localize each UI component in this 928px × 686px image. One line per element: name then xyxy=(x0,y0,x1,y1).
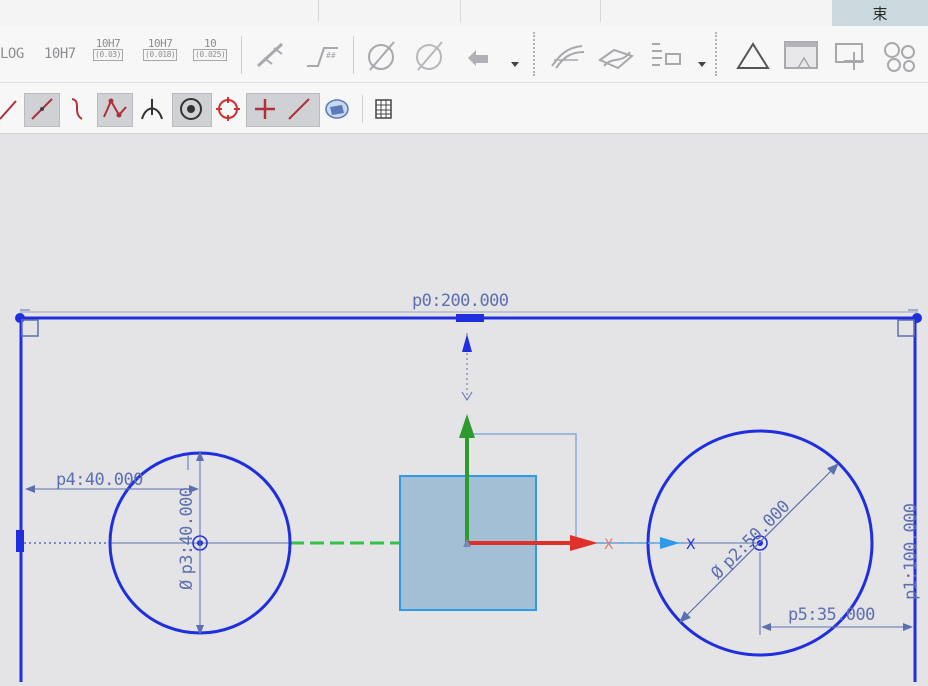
snap-toolbar xyxy=(0,83,928,134)
undo-arrow-icon[interactable] xyxy=(462,42,494,70)
direction-arrow xyxy=(660,537,680,549)
sketch-window-icon[interactable] xyxy=(782,38,822,74)
toolbar-separator xyxy=(362,95,363,123)
feature-list-icon[interactable] xyxy=(646,40,690,72)
tolerance-upper-button[interactable]: 10H7 (0.03) xyxy=(93,38,123,61)
radius-dimension-icon[interactable] xyxy=(412,38,448,74)
dropdown-arrow-icon[interactable] xyxy=(697,60,707,68)
tab-separator xyxy=(318,0,319,22)
dimension-p2[interactable]: Øp2:50.000 xyxy=(707,497,794,584)
sketch-graphics: p0:200.000 p4:40.000 Øp3:40.000 Øp2:50.0… xyxy=(15,291,922,682)
svg-text:##: ## xyxy=(326,51,336,60)
axis-cross-marker: X xyxy=(604,537,614,553)
trim-line-icon[interactable] xyxy=(254,40,288,70)
tolerance-lower-sub: (0.018) xyxy=(143,49,178,61)
extend-curve-icon[interactable]: ## xyxy=(304,40,342,70)
tolerance-upper-label: 10H7 xyxy=(95,37,121,50)
y-axis-arrowhead xyxy=(459,414,475,438)
y-axis-direction-arrow xyxy=(462,334,472,352)
offset-curve-icon[interactable] xyxy=(548,40,586,72)
perpendicular-marker xyxy=(21,319,39,337)
dimension-p5[interactable]: p5:35.000 xyxy=(788,605,876,625)
spreadsheet-icon[interactable] xyxy=(372,97,396,121)
point-on-curve-icon xyxy=(285,95,313,123)
existing-point-icon xyxy=(251,95,279,123)
tolerance-lower-label: 10H7 xyxy=(147,37,173,50)
spline-icon xyxy=(101,95,129,123)
triangle-icon[interactable] xyxy=(734,40,772,72)
midpoint-marker xyxy=(456,314,484,322)
tolerance-plain-label: 10 xyxy=(203,37,217,50)
tolerance-upper-sub: (0.03) xyxy=(93,49,123,61)
tolerance-hole-button[interactable]: 10H7 xyxy=(44,47,76,61)
constraint-grid-icon[interactable] xyxy=(830,38,870,74)
toolbar-separator xyxy=(353,36,354,74)
view-orient-icon[interactable] xyxy=(322,95,352,123)
tolerance-log-button[interactable]: LOG xyxy=(0,47,24,61)
intersection-icon[interactable] xyxy=(138,95,166,123)
diameter-dimension-icon[interactable] xyxy=(364,38,400,74)
rect-corner-point[interactable] xyxy=(15,313,25,323)
sketch-line-icon[interactable] xyxy=(0,95,20,123)
perpendicular-marker xyxy=(897,319,915,337)
tab-separator xyxy=(460,0,461,22)
diameter-symbol: Ø xyxy=(177,580,197,590)
ribbon-tab-strip: 束 xyxy=(0,0,928,27)
dimension-toolbar: LOG 10H7 10H7 (0.03) 10H7 (0.018) 10 (0.… xyxy=(0,26,928,83)
dimension-p0[interactable]: p0:200.000 xyxy=(412,291,509,311)
dimension-p3[interactable]: Øp3:40.000 xyxy=(177,487,197,590)
tolerance-plain-button[interactable]: 10 (0.025) xyxy=(193,37,228,61)
toolbar-separator xyxy=(533,32,537,76)
project-surface-icon[interactable] xyxy=(596,42,636,74)
toolbar-separator xyxy=(241,36,242,74)
tolerance-plain-sub: (0.025) xyxy=(193,49,228,61)
sketch-canvas[interactable]: p0:200.000 p4:40.000 Øp3:40.000 Øp2:50.0… xyxy=(0,134,928,682)
quadrant-point-icon[interactable] xyxy=(214,95,242,123)
relations-icon[interactable] xyxy=(880,38,920,74)
circle-center-snap-icon xyxy=(177,95,205,123)
dropdown-arrow-icon[interactable] xyxy=(510,60,520,68)
tolerance-lower-button[interactable]: 10H7 (0.018) xyxy=(143,37,178,61)
finish-sketch-tab[interactable]: 束 xyxy=(832,0,928,26)
dimension-p1[interactable]: p1:100.000 xyxy=(901,503,921,600)
axis-x-marker: X xyxy=(686,537,696,553)
end-point-snap-icon xyxy=(28,95,56,123)
tangent-curve-icon[interactable] xyxy=(66,95,92,123)
dimension-p3-value: p3:40.000 xyxy=(177,487,197,574)
dimension-p2-value: p2:50.000 xyxy=(718,497,794,573)
toolbar-separator xyxy=(715,32,719,76)
tab-separator xyxy=(600,0,601,22)
x-axis-arrowhead xyxy=(570,535,598,551)
midpoint-point xyxy=(16,539,24,547)
dimension-p4[interactable]: p4:40.000 xyxy=(56,470,144,490)
